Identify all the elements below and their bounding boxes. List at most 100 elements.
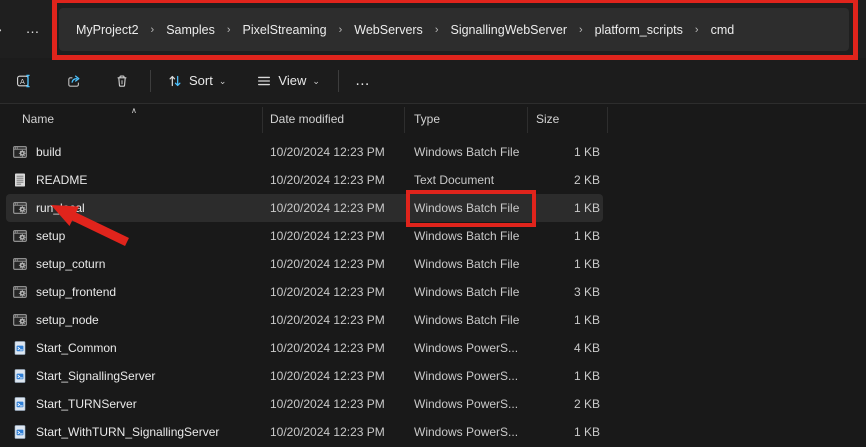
svg-text:A: A <box>20 76 25 85</box>
batch-file-icon <box>12 312 28 328</box>
file-name: Start_TURNServer <box>36 397 137 411</box>
breadcrumb-item-samples[interactable]: Samples <box>155 15 226 45</box>
file-list: build10/20/2024 12:23 PMWindows Batch Fi… <box>0 138 608 446</box>
file-row-run_local[interactable]: run_local10/20/2024 12:23 PMWindows Batc… <box>0 194 608 222</box>
file-name: Start_WithTURN_SignallingServer <box>36 425 219 439</box>
file-type: Windows Batch File <box>405 285 528 299</box>
delete-button[interactable] <box>106 64 138 98</box>
breadcrumb-item-signallingwebserver[interactable]: SignallingWebServer <box>439 15 578 45</box>
more-icon: … <box>355 72 372 89</box>
file-size: 2 KB <box>528 173 608 187</box>
batch-file-icon <box>12 200 28 216</box>
file-date-modified: 10/20/2024 12:23 PM <box>263 313 405 327</box>
file-size: 1 KB <box>528 201 608 215</box>
file-date-modified: 10/20/2024 12:23 PM <box>263 425 405 439</box>
toolbar-separator <box>150 70 151 92</box>
file-type: Windows PowerS... <box>405 425 528 439</box>
breadcrumb-separator-icon: › <box>694 24 700 36</box>
file-date-modified: 10/20/2024 12:23 PM <box>263 285 405 299</box>
breadcrumb-separator-icon: › <box>226 24 232 36</box>
batch-file-icon <box>12 144 28 160</box>
breadcrumb-item-cmd[interactable]: cmd <box>700 15 746 45</box>
file-size: 1 KB <box>528 425 608 439</box>
file-row-Start_WithTURN_SignallingServer[interactable]: Start_WithTURN_SignallingServer 10/20/202… <box>0 418 608 446</box>
nav-forward-icon[interactable]: › <box>0 18 13 40</box>
delete-icon <box>114 73 130 89</box>
sort-icon <box>167 73 183 89</box>
file-row-README[interactable]: README 10/20/2024 12:23 PMText Document2 … <box>0 166 608 194</box>
file-name: setup_node <box>36 313 99 327</box>
address-bar: › … MyProject2›Samples›PixelStreaming›We… <box>0 0 866 58</box>
batch-file-icon <box>12 256 28 272</box>
file-row-setup_frontend[interactable]: setup_frontend 10/20/2024 12:23 PMWindows… <box>0 278 608 306</box>
file-row-Start_Common[interactable]: Start_Common10/20/2024 12:23 PMWindows P… <box>0 334 608 362</box>
file-type: Windows Batch File <box>405 229 528 243</box>
rename-button[interactable]: A <box>8 64 40 98</box>
file-name: setup_coturn <box>36 257 105 271</box>
column-header-type[interactable]: Type <box>405 107 528 133</box>
column-header-name[interactable]: Name <box>0 107 263 133</box>
column-header-date-modified[interactable]: Date modified <box>263 107 405 133</box>
file-size: 1 KB <box>528 313 608 327</box>
file-size: 2 KB <box>528 397 608 411</box>
file-date-modified: 10/20/2024 12:23 PM <box>263 397 405 411</box>
share-icon <box>66 73 82 89</box>
file-type: Windows Batch File <box>405 201 528 215</box>
more-options-button[interactable]: … <box>347 64 380 98</box>
chevron-down-icon: ⌄ <box>219 76 227 87</box>
breadcrumb[interactable]: MyProject2›Samples›PixelStreaming›WebSer… <box>59 8 849 51</box>
sort-label: Sort <box>189 73 213 88</box>
file-row-setup[interactable]: setup 10/20/2024 12:23 PMWindows Batch Fi… <box>0 222 608 250</box>
column-header-row: ∧ NameDate modifiedTypeSize <box>0 105 866 135</box>
rename-icon: A <box>16 73 32 89</box>
breadcrumb-item-webservers[interactable]: WebServers <box>343 15 434 45</box>
breadcrumb-overflow-button[interactable]: … <box>20 16 46 42</box>
file-row-Start_SignallingServer[interactable]: Start_SignallingServer 10/20/2024 12:23 P… <box>0 362 608 390</box>
batch-file-icon <box>12 284 28 300</box>
powershell-file-icon <box>12 368 28 384</box>
file-date-modified: 10/20/2024 12:23 PM <box>263 341 405 355</box>
file-date-modified: 10/20/2024 12:23 PM <box>263 173 405 187</box>
batch-file-icon <box>12 228 28 244</box>
file-size: 1 KB <box>528 257 608 271</box>
file-name: setup <box>36 229 65 243</box>
sort-button[interactable]: Sort ⌄ <box>159 64 234 98</box>
file-row-setup_coturn[interactable]: setup_coturn10/20/2024 12:23 PMWindows B… <box>0 250 608 278</box>
command-toolbar: A Sort ⌄ <box>0 58 866 104</box>
file-date-modified: 10/20/2024 12:23 PM <box>263 369 405 383</box>
view-label: View <box>278 73 306 88</box>
file-type: Text Document <box>405 173 528 187</box>
file-name: Start_SignallingServer <box>36 369 155 383</box>
view-icon <box>256 73 272 89</box>
file-size: 4 KB <box>528 341 608 355</box>
file-size: 1 KB <box>528 369 608 383</box>
chevron-down-icon: ⌄ <box>312 76 320 87</box>
file-size: 1 KB <box>528 145 608 159</box>
file-row-setup_node[interactable]: setup_node10/20/2024 12:23 PMWindows Bat… <box>0 306 608 334</box>
breadcrumb-item-platform_scripts[interactable]: platform_scripts <box>584 15 694 45</box>
breadcrumb-item-pixelstreaming[interactable]: PixelStreaming <box>232 15 338 45</box>
file-explorer-window: › … MyProject2›Samples›PixelStreaming›We… <box>0 0 866 447</box>
file-date-modified: 10/20/2024 12:23 PM <box>263 229 405 243</box>
file-type: Windows Batch File <box>405 145 528 159</box>
file-date-modified: 10/20/2024 12:23 PM <box>263 257 405 271</box>
view-button[interactable]: View ⌄ <box>248 64 328 98</box>
file-name: README <box>36 173 87 187</box>
file-type: Windows PowerS... <box>405 341 528 355</box>
file-date-modified: 10/20/2024 12:23 PM <box>263 201 405 215</box>
toolbar-separator <box>338 70 339 92</box>
breadcrumb-separator-icon: › <box>578 24 584 36</box>
file-type: Windows PowerS... <box>405 369 528 383</box>
powershell-file-icon <box>12 396 28 412</box>
file-type: Windows PowerS... <box>405 397 528 411</box>
file-size: 1 KB <box>528 229 608 243</box>
powershell-file-icon <box>12 340 28 356</box>
share-button[interactable] <box>58 64 90 98</box>
file-row-Start_TURNServer[interactable]: Start_TURNServer 10/20/2024 12:23 PMWindo… <box>0 390 608 418</box>
file-row-build[interactable]: build 10/20/2024 12:23 PMWindows Batch Fi… <box>0 138 608 166</box>
column-header-size[interactable]: Size <box>528 107 608 133</box>
file-name: build <box>36 145 61 159</box>
file-date-modified: 10/20/2024 12:23 PM <box>263 145 405 159</box>
file-name: setup_frontend <box>36 285 116 299</box>
breadcrumb-item-myproject2[interactable]: MyProject2 <box>65 15 150 45</box>
